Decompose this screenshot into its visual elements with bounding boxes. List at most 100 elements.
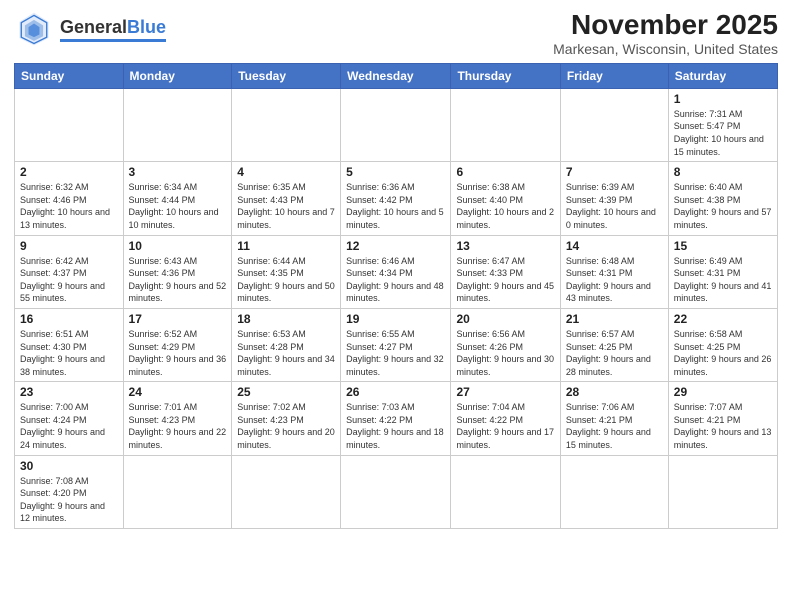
calendar-cell: 2 Sunrise: 6:32 AM Sunset: 4:46 PM Daylig… [15,162,124,235]
day-number: 20 [456,312,554,326]
day-info: Sunrise: 6:56 AM Sunset: 4:26 PM Dayligh… [456,328,554,378]
day-info: Sunrise: 6:32 AM Sunset: 4:46 PM Dayligh… [20,181,118,231]
title-area: November 2025 Markesan, Wisconsin, Unite… [553,10,778,57]
calendar-header-row: SundayMondayTuesdayWednesdayThursdayFrid… [15,63,778,88]
day-info: Sunrise: 6:43 AM Sunset: 4:36 PM Dayligh… [129,255,227,305]
logo-icon [14,10,54,48]
day-info: Sunrise: 6:55 AM Sunset: 4:27 PM Dayligh… [346,328,445,378]
day-number: 18 [237,312,335,326]
day-number: 23 [20,385,118,399]
day-info: Sunrise: 6:49 AM Sunset: 4:31 PM Dayligh… [674,255,772,305]
calendar-cell [341,88,451,161]
calendar-cell [341,455,451,528]
day-number: 8 [674,165,772,179]
calendar-cell: 3 Sunrise: 6:34 AM Sunset: 4:44 PM Daylig… [123,162,232,235]
day-info: Sunrise: 6:46 AM Sunset: 4:34 PM Dayligh… [346,255,445,305]
calendar-cell: 18 Sunrise: 6:53 AM Sunset: 4:28 PM Dayli… [232,308,341,381]
calendar-cell: 16 Sunrise: 6:51 AM Sunset: 4:30 PM Dayli… [15,308,124,381]
logo: GeneralBlue [14,10,166,48]
logo-name-line: GeneralBlue [60,17,166,38]
calendar-cell: 22 Sunrise: 6:58 AM Sunset: 4:25 PM Dayli… [668,308,777,381]
day-info: Sunrise: 6:57 AM Sunset: 4:25 PM Dayligh… [566,328,663,378]
calendar-week-2: 2 Sunrise: 6:32 AM Sunset: 4:46 PM Daylig… [15,162,778,235]
column-header-wednesday: Wednesday [341,63,451,88]
column-header-monday: Monday [123,63,232,88]
logo-text-block: GeneralBlue [60,17,166,42]
day-info: Sunrise: 6:39 AM Sunset: 4:39 PM Dayligh… [566,181,663,231]
calendar-cell: 25 Sunrise: 7:02 AM Sunset: 4:23 PM Dayli… [232,382,341,455]
calendar-cell [451,455,560,528]
calendar-cell [560,88,668,161]
day-number: 21 [566,312,663,326]
day-number: 12 [346,239,445,253]
day-number: 16 [20,312,118,326]
day-number: 1 [674,92,772,106]
day-number: 27 [456,385,554,399]
day-info: Sunrise: 6:53 AM Sunset: 4:28 PM Dayligh… [237,328,335,378]
day-info: Sunrise: 6:35 AM Sunset: 4:43 PM Dayligh… [237,181,335,231]
day-number: 6 [456,165,554,179]
calendar-cell: 12 Sunrise: 6:46 AM Sunset: 4:34 PM Dayli… [341,235,451,308]
logo-underline [60,39,166,42]
day-number: 24 [129,385,227,399]
day-info: Sunrise: 7:08 AM Sunset: 4:20 PM Dayligh… [20,475,118,525]
calendar-cell: 29Sunrise: 7:07 AM Sunset: 4:21 PM Dayli… [668,382,777,455]
day-number: 13 [456,239,554,253]
column-header-friday: Friday [560,63,668,88]
calendar-cell [560,455,668,528]
day-info: Sunrise: 6:34 AM Sunset: 4:44 PM Dayligh… [129,181,227,231]
calendar-cell: 27 Sunrise: 7:04 AM Sunset: 4:22 PM Dayli… [451,382,560,455]
day-number: 14 [566,239,663,253]
day-number: 29 [674,385,772,399]
calendar-cell [451,88,560,161]
calendar-cell [668,455,777,528]
day-info: Sunrise: 6:58 AM Sunset: 4:25 PM Dayligh… [674,328,772,378]
calendar-cell: 4 Sunrise: 6:35 AM Sunset: 4:43 PM Daylig… [232,162,341,235]
day-number: 19 [346,312,445,326]
day-info: Sunrise: 7:03 AM Sunset: 4:22 PM Dayligh… [346,401,445,451]
calendar-cell: 19 Sunrise: 6:55 AM Sunset: 4:27 PM Dayli… [341,308,451,381]
subtitle: Markesan, Wisconsin, United States [553,41,778,57]
calendar-cell [15,88,124,161]
calendar-cell [232,88,341,161]
day-number: 7 [566,165,663,179]
calendar-cell: 6 Sunrise: 6:38 AM Sunset: 4:40 PM Daylig… [451,162,560,235]
day-info: Sunrise: 7:01 AM Sunset: 4:23 PM Dayligh… [129,401,227,451]
day-number: 4 [237,165,335,179]
calendar-week-6: 30 Sunrise: 7:08 AM Sunset: 4:20 PM Dayli… [15,455,778,528]
calendar-cell: 13 Sunrise: 6:47 AM Sunset: 4:33 PM Dayli… [451,235,560,308]
day-number: 30 [20,459,118,473]
calendar-cell: 9Sunrise: 6:42 AM Sunset: 4:37 PM Daylig… [15,235,124,308]
day-info: Sunrise: 6:52 AM Sunset: 4:29 PM Dayligh… [129,328,227,378]
calendar-cell: 7 Sunrise: 6:39 AM Sunset: 4:39 PM Daylig… [560,162,668,235]
calendar-week-5: 23 Sunrise: 7:00 AM Sunset: 4:24 PM Dayli… [15,382,778,455]
day-info: Sunrise: 6:42 AM Sunset: 4:37 PM Dayligh… [20,255,118,305]
day-number: 5 [346,165,445,179]
day-number: 28 [566,385,663,399]
day-number: 25 [237,385,335,399]
column-header-thursday: Thursday [451,63,560,88]
day-number: 17 [129,312,227,326]
calendar-cell [123,455,232,528]
day-number: 15 [674,239,772,253]
column-header-sunday: Sunday [15,63,124,88]
day-number: 2 [20,165,118,179]
calendar-cell: 5Sunrise: 6:36 AM Sunset: 4:42 PM Daylig… [341,162,451,235]
calendar-week-4: 16 Sunrise: 6:51 AM Sunset: 4:30 PM Dayli… [15,308,778,381]
calendar-cell: 28Sunrise: 7:06 AM Sunset: 4:21 PM Dayli… [560,382,668,455]
day-info: Sunrise: 7:00 AM Sunset: 4:24 PM Dayligh… [20,401,118,451]
calendar-cell: 8 Sunrise: 6:40 AM Sunset: 4:38 PM Daylig… [668,162,777,235]
day-info: Sunrise: 6:40 AM Sunset: 4:38 PM Dayligh… [674,181,772,231]
calendar-cell: 20 Sunrise: 6:56 AM Sunset: 4:26 PM Dayli… [451,308,560,381]
day-info: Sunrise: 6:47 AM Sunset: 4:33 PM Dayligh… [456,255,554,305]
day-number: 11 [237,239,335,253]
day-info: Sunrise: 6:38 AM Sunset: 4:40 PM Dayligh… [456,181,554,231]
day-info: Sunrise: 7:04 AM Sunset: 4:22 PM Dayligh… [456,401,554,451]
logo-general: General [60,17,127,38]
day-info: Sunrise: 7:02 AM Sunset: 4:23 PM Dayligh… [237,401,335,451]
day-number: 22 [674,312,772,326]
day-info: Sunrise: 6:51 AM Sunset: 4:30 PM Dayligh… [20,328,118,378]
calendar-week-3: 9Sunrise: 6:42 AM Sunset: 4:37 PM Daylig… [15,235,778,308]
day-number: 3 [129,165,227,179]
calendar-cell: 10Sunrise: 6:43 AM Sunset: 4:36 PM Dayli… [123,235,232,308]
